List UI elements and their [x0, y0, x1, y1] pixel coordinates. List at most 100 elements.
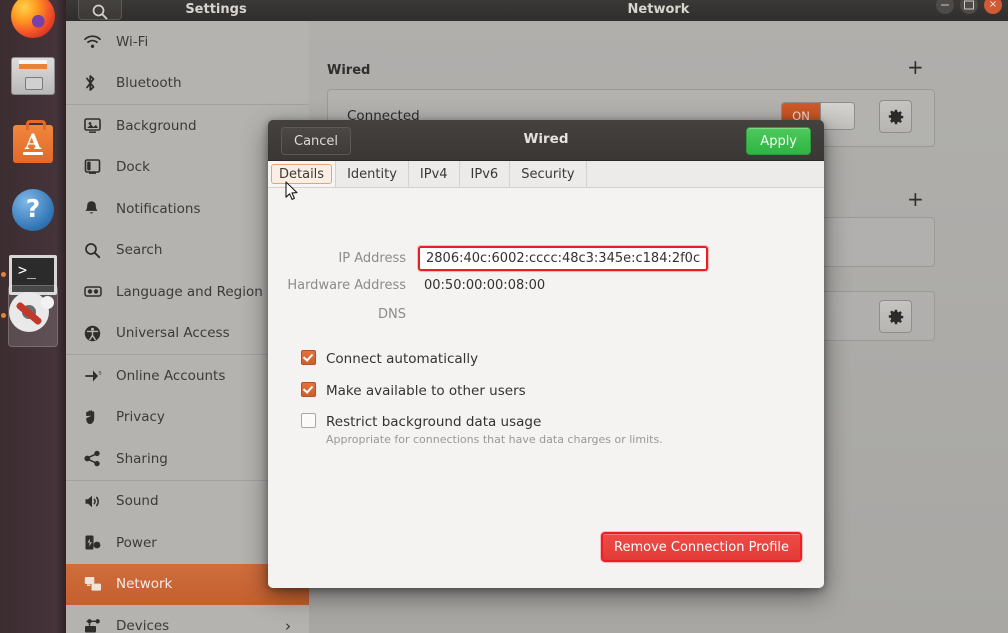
sidebar-item-devices[interactable]: Devices › — [66, 605, 309, 633]
launcher-item-files[interactable] — [8, 51, 58, 101]
sidebar-item-label: Dock — [116, 159, 150, 176]
remove-connection-profile-button[interactable]: Remove Connection Profile — [601, 532, 802, 562]
gear-icon — [888, 309, 903, 324]
sidebar-item-label: Sound — [116, 493, 159, 510]
background-icon — [84, 117, 116, 134]
ubuntu-launcher: A ? >_ — [0, 0, 66, 633]
language-icon — [84, 285, 116, 298]
launcher-item-ubuntu-software[interactable]: A — [8, 119, 58, 169]
settings-icon — [11, 294, 55, 338]
wired-connection-dialog: Cancel Wired Apply Details Identity IPv4… — [268, 120, 824, 588]
tab-label: IPv4 — [419, 166, 448, 182]
tab-details[interactable]: Details — [268, 161, 337, 187]
dialog-header: Cancel Wired Apply — [268, 120, 824, 161]
help-icon: ? — [12, 189, 54, 231]
sidebar-item-label: Privacy — [116, 409, 165, 426]
bell-icon — [84, 200, 116, 217]
ubuntu-software-icon: A — [13, 120, 53, 163]
sidebar-item-label: Language and Region — [116, 283, 263, 300]
ip-address-label: IP Address — [338, 251, 406, 266]
dns-label: DNS — [378, 307, 406, 322]
settings-titlebar: Settings Network × — [66, 0, 1008, 22]
ip-address-value: 2806:40c:6002:cccc:48c3:345e:c184:2f0c — [418, 246, 709, 271]
sidebar-item-label: Devices — [116, 617, 170, 633]
close-button[interactable]: × — [984, 0, 1002, 14]
apply-button[interactable]: Apply — [746, 127, 811, 155]
sidebar-item-label: Notifications — [116, 200, 201, 217]
sidebar-item-label: Power — [116, 534, 157, 551]
sidebar-item-bluetooth[interactable]: Bluetooth — [66, 63, 309, 105]
tab-label: IPv6 — [470, 166, 499, 182]
checkbox-label: Connect automatically — [326, 351, 479, 367]
sidebar-item-label: Online Accounts — [116, 367, 226, 384]
dialog-tabbar: Details Identity IPv4 IPv6 Security — [268, 161, 824, 188]
sidebar-item-label: Sharing — [116, 450, 168, 467]
bluetooth-icon — [84, 74, 116, 92]
wired-section-title: Wired — [327, 63, 371, 78]
checkbox-label: Restrict background data usage — [326, 414, 542, 430]
checkbox-box[interactable] — [301, 413, 316, 428]
chevron-right-icon: › — [285, 616, 291, 633]
tab-ipv6[interactable]: IPv6 — [460, 161, 511, 187]
hardware-address-label: Hardware Address — [287, 278, 406, 293]
devices-icon — [84, 618, 116, 633]
search-icon — [92, 4, 108, 20]
checkbox-box[interactable] — [301, 350, 316, 365]
vpn-settings-gear-button[interactable] — [879, 300, 912, 333]
dock-icon — [84, 159, 116, 175]
gear-icon — [888, 109, 903, 124]
add-wired-connection-button[interactable]: + — [907, 57, 924, 77]
launcher-item-settings[interactable] — [1, 285, 58, 347]
power-icon — [84, 534, 116, 551]
svg-text:s: s — [99, 370, 102, 376]
titlebar-sidebar-area: Settings — [66, 0, 309, 21]
sidebar-item-label: Bluetooth — [116, 75, 182, 92]
toggle-knob — [820, 103, 854, 129]
launcher-item-firefox[interactable] — [8, 0, 58, 41]
window-controls: × — [936, 0, 1002, 14]
settings-title: Settings — [185, 2, 247, 17]
checkbox-connect-automatically[interactable]: Connect automatically — [301, 348, 478, 367]
speaker-icon — [84, 494, 116, 509]
accessibility-icon — [84, 325, 116, 342]
tab-ipv4[interactable]: IPv4 — [409, 161, 460, 187]
sidebar-item-wifi[interactable]: Wi-Fi — [66, 21, 309, 63]
search-button[interactable] — [78, 0, 122, 20]
dialog-body: Details Identity IPv4 IPv6 Security IP A… — [268, 161, 824, 588]
tab-label: Identity — [347, 166, 397, 182]
sharing-icon — [84, 450, 116, 467]
launcher-item-help[interactable]: ? — [8, 185, 58, 235]
firefox-icon — [11, 0, 55, 38]
wired-settings-gear-button[interactable] — [879, 100, 912, 133]
maximize-button[interactable] — [960, 0, 978, 14]
tab-identity[interactable]: Identity — [336, 161, 409, 187]
search-icon — [84, 242, 116, 259]
running-indicator — [1, 313, 6, 318]
hardware-address-value: 00:50:00:00:08:00 — [424, 278, 546, 293]
sidebar-item-label: Background — [116, 117, 197, 134]
checkbox-sublabel: Appropriate for connections that have da… — [326, 433, 663, 446]
row-ip-address: IP Address 2806:40c:6002:cccc:48c3:345e:… — [268, 246, 709, 271]
row-hardware-address: Hardware Address 00:50:00:00:08:00 — [268, 278, 545, 293]
files-icon — [11, 57, 55, 95]
wifi-icon — [84, 35, 116, 49]
sidebar-item-label: Search — [116, 242, 163, 259]
online-accounts-icon: s — [84, 368, 116, 384]
checkbox-box[interactable] — [301, 382, 316, 397]
tab-label: Security — [521, 166, 575, 182]
dialog-title: Wired — [523, 131, 569, 147]
running-indicator — [1, 272, 6, 277]
sidebar-item-label: Wi-Fi — [116, 33, 149, 50]
minimize-button[interactable] — [936, 0, 954, 14]
network-icon — [84, 576, 116, 592]
tab-label: Details — [279, 166, 325, 182]
checkbox-make-available-to-other-users[interactable]: Make available to other users — [301, 380, 526, 399]
add-connection-button-2[interactable]: + — [907, 189, 924, 209]
tab-security[interactable]: Security — [510, 161, 587, 187]
row-dns: DNS — [268, 307, 424, 322]
sidebar-item-label: Universal Access — [116, 325, 230, 342]
sidebar-item-label: Network — [116, 576, 173, 593]
checkbox-restrict-background-data-usage[interactable]: Restrict background data usage Appropria… — [301, 411, 663, 446]
checkbox-label: Make available to other users — [326, 383, 526, 399]
privacy-hand-icon — [84, 409, 116, 425]
